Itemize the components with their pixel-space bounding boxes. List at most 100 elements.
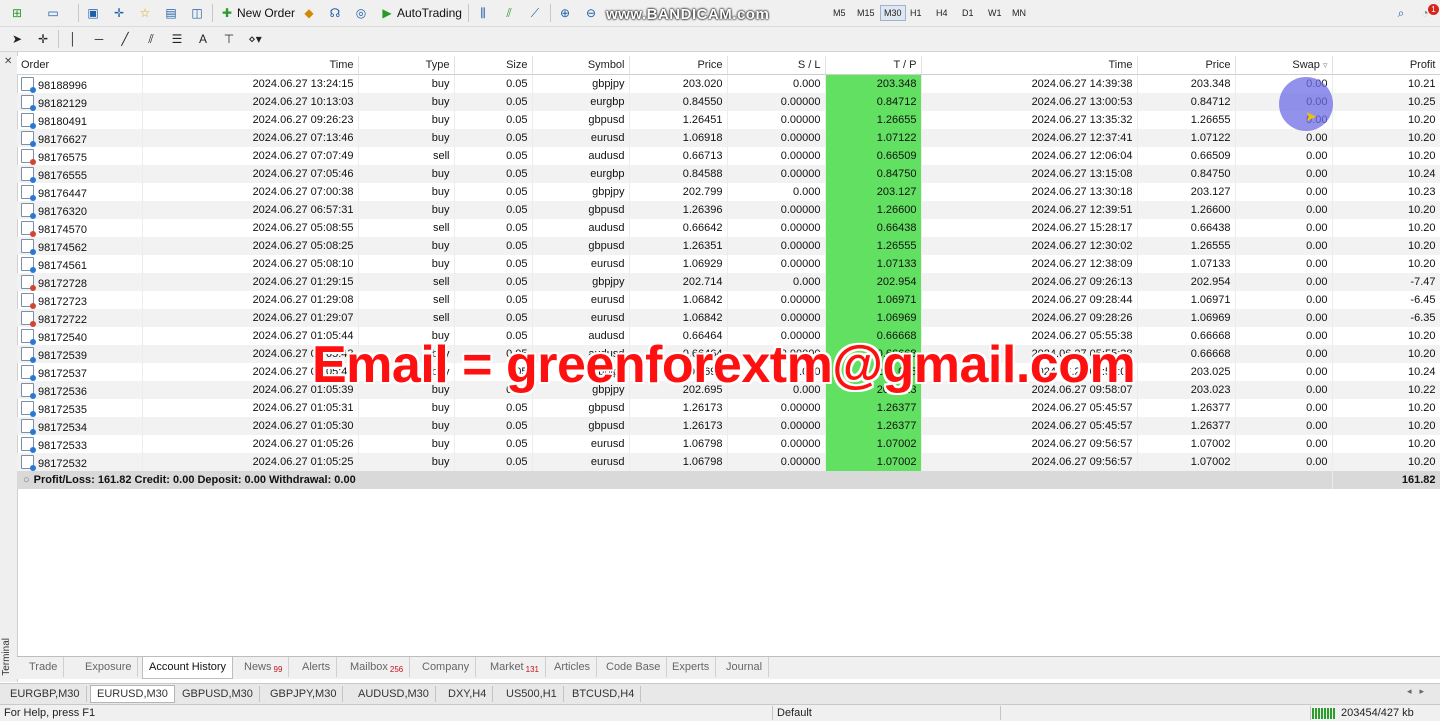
metaeditor-icon[interactable]: ◆ (300, 3, 318, 23)
summary-icon: ○ (23, 474, 30, 486)
col-tp-header[interactable]: T / P (825, 56, 922, 75)
timeframe-mn[interactable]: MN (1009, 6, 1029, 20)
table-row[interactable]: 98180491 2024.06.27 09:26:23 buy 0.05 gbpusd… (17, 111, 1440, 129)
chart-tab-audusd-m30[interactable]: AUDUSD,M30 (352, 686, 436, 702)
text-tool-icon[interactable]: A (194, 29, 212, 49)
tab-account-history[interactable]: Account History (142, 657, 234, 679)
tab-news[interactable]: News 99 (238, 657, 290, 677)
market-watch-icon[interactable]: ▣ (84, 3, 102, 23)
cell-type: buy (358, 399, 455, 417)
table-row[interactable]: 98172534 2024.06.27 01:05:30 buy 0.05 gbpusd… (17, 417, 1440, 435)
table-row[interactable]: 98172533 2024.06.27 01:05:26 buy 0.05 eurusd… (17, 435, 1440, 453)
line-chart-icon[interactable]: ⟋ (526, 3, 544, 23)
shapes-dropdown-icon[interactable]: ⋄▾ (246, 29, 264, 49)
chart-tab-eurusd-m30[interactable]: EURUSD,M30 (90, 685, 175, 703)
col-type-header[interactable]: Type (358, 56, 455, 75)
col-time-header[interactable]: Time (142, 56, 359, 75)
table-row[interactable]: 98174570 2024.06.27 05:08:55 sell 0.05 audus… (17, 219, 1440, 237)
vertical-line-icon[interactable]: │ (64, 29, 82, 49)
crosshair-icon[interactable]: ✛ (34, 29, 52, 49)
table-row[interactable]: 98174561 2024.06.27 05:08:10 buy 0.05 eurusd… (17, 255, 1440, 273)
table-row[interactable]: 98172722 2024.06.27 01:29:07 sell 0.05 eurus… (17, 309, 1440, 327)
table-row[interactable]: 98172535 2024.06.27 01:05:31 buy 0.05 gbpusd… (17, 399, 1440, 417)
col-profit-header[interactable]: Profit (1332, 56, 1440, 75)
tab-journal[interactable]: Journal (720, 657, 770, 677)
order-number: 98172533 (38, 439, 87, 452)
cell-symbol: audusd (532, 147, 630, 165)
timeframe-m30[interactable]: M30 (880, 5, 906, 21)
timeframe-h1[interactable]: H1 (907, 6, 925, 20)
chart-tab-gbpjpy-m30[interactable]: GBPJPY,M30 (264, 686, 344, 702)
chart-tab-dxy-h4[interactable]: DXY,H4 (442, 686, 494, 702)
table-row[interactable]: 98176627 2024.06.27 07:13:46 buy 0.05 eurusd… (17, 129, 1440, 147)
horizontal-line-icon[interactable]: ─ (90, 29, 108, 49)
navigator-icon[interactable]: ✛ (110, 3, 128, 23)
tab-company[interactable]: Company (416, 657, 477, 677)
table-row[interactable]: 98172723 2024.06.27 01:29:08 sell 0.05 eurus… (17, 291, 1440, 309)
candlestick-icon[interactable]: ⫽ (500, 3, 518, 23)
profiles-icon[interactable]: ▭ (44, 3, 62, 23)
tab-label: Account History (149, 661, 227, 673)
chart-tab-btcusd-h4[interactable]: BTCUSD,H4 (566, 686, 642, 702)
zoom-out-icon[interactable]: ⊖ (582, 3, 600, 23)
tab-code-base[interactable]: Code Base (600, 657, 668, 677)
web-icon[interactable]: ◎ (352, 3, 370, 23)
col-close-price-header[interactable]: Price (1137, 56, 1236, 75)
tab-trade[interactable]: Trade (23, 657, 65, 677)
tab-exposure[interactable]: Exposure (79, 657, 139, 677)
cell-size: 0.05 (454, 435, 533, 453)
search-icon[interactable]: ⌕ (1392, 3, 1410, 23)
fibonacci-icon[interactable]: ☰ (168, 29, 186, 49)
table-row[interactable]: 98176575 2024.06.27 07:07:49 sell 0.05 audus… (17, 147, 1440, 165)
table-row[interactable]: 98188996 2024.06.27 13:24:15 buy 0.05 gbpjpy… (17, 74, 1440, 93)
channel-icon[interactable]: ⫽ (142, 29, 160, 49)
table-row[interactable]: 98176555 2024.06.27 07:05:46 buy 0.05 eurgbp… (17, 165, 1440, 183)
buy-order-icon (21, 76, 36, 93)
col-size-header[interactable]: Size (454, 56, 533, 75)
col-symbol-header[interactable]: Symbol (532, 56, 630, 75)
chart-tab-eurgbp-m30[interactable]: EURGBP,M30 (4, 686, 87, 702)
timeframe-d1[interactable]: D1 (959, 6, 977, 20)
timeframe-m15[interactable]: M15 (854, 6, 878, 20)
notification-badge: 1 (1428, 4, 1439, 15)
chart-tab-gbpusd-m30[interactable]: GBPUSD,M30 (176, 686, 260, 702)
tab-experts[interactable]: Experts (666, 657, 717, 677)
table-row[interactable]: 98174562 2024.06.27 05:08:25 buy 0.05 gbpusd… (17, 237, 1440, 255)
label-tool-icon[interactable]: ⊤ (220, 29, 238, 49)
tester-icon[interactable]: ◫ (188, 3, 206, 23)
trendline-icon[interactable]: ╱ (116, 29, 134, 49)
chart-tab-scroll-icons[interactable]: ◂▸ (1407, 686, 1432, 697)
col-close-time-header[interactable]: Time (921, 56, 1138, 75)
autotrading-button[interactable]: AutoTrading (393, 3, 466, 23)
col-price-header[interactable]: Price (629, 56, 728, 75)
table-row[interactable]: 98176447 2024.06.27 07:00:38 buy 0.05 gbpjpy… (17, 183, 1440, 201)
col-sl-header[interactable]: S / L (727, 56, 826, 75)
signals-icon[interactable]: ☊ (326, 3, 344, 23)
zoom-in-icon[interactable]: ⊕ (556, 3, 574, 23)
bar-chart-icon[interactable]: ⫼ (474, 3, 492, 23)
buy-order-icon (21, 328, 36, 345)
tab-articles[interactable]: Articles (548, 657, 598, 677)
favorites-icon[interactable]: ☆ (136, 3, 154, 23)
cursor-tool-icon[interactable]: ➤ (8, 29, 26, 49)
table-row[interactable]: 98182129 2024.06.27 10:13:03 buy 0.05 eurgbp… (17, 93, 1440, 111)
table-row[interactable]: 98176320 2024.06.27 06:57:31 buy 0.05 gbpusd… (17, 201, 1440, 219)
tab-market[interactable]: Market 131 (484, 657, 546, 677)
col-order-header[interactable]: Order (17, 56, 143, 75)
timeframe-m5[interactable]: M5 (830, 6, 849, 20)
tab-alerts[interactable]: Alerts (296, 657, 338, 677)
status-bar: For Help, press F1 Default 203454/427 kb (0, 704, 1440, 721)
timeframe-h4[interactable]: H4 (933, 6, 951, 20)
table-row[interactable]: 98172728 2024.06.27 01:29:15 sell 0.05 gbpjp… (17, 273, 1440, 291)
terminal-icon[interactable]: ▤ (162, 3, 180, 23)
table-row[interactable]: 98172532 2024.06.27 01:05:25 buy 0.05 eurusd… (17, 453, 1440, 471)
cell-order: 98180491 (17, 111, 143, 129)
col-swap-header[interactable]: Swap ▿ (1235, 56, 1333, 75)
new-order-button[interactable]: New Order (233, 3, 299, 23)
chart-tab-us500-h1[interactable]: US500,H1 (500, 686, 564, 702)
timeframe-w1[interactable]: W1 (985, 6, 1005, 20)
tab-mailbox[interactable]: Mailbox 256 (344, 657, 411, 677)
close-terminal-icon[interactable]: ✕ (4, 56, 12, 67)
new-chart-icon[interactable]: ⊞ (8, 3, 26, 23)
cell-close-price: 203.023 (1137, 381, 1236, 399)
